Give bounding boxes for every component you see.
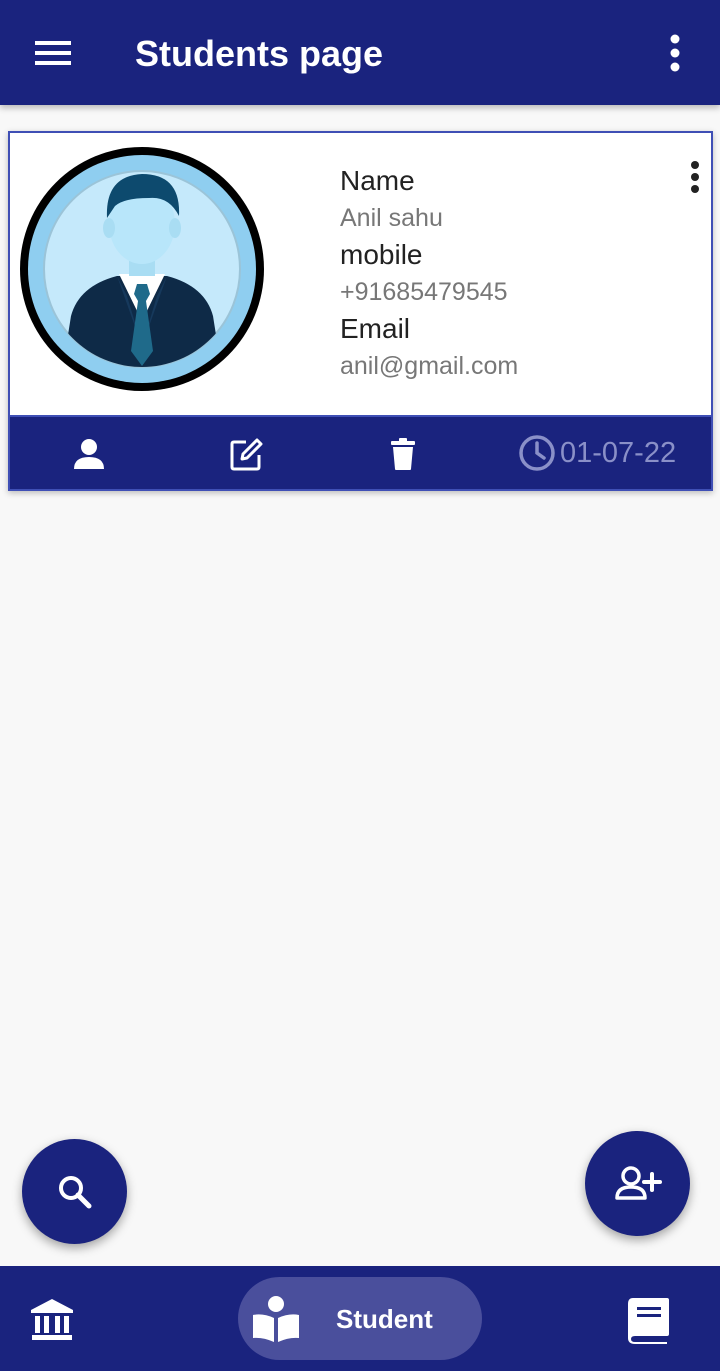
card-action-bar: 01-07-22 <box>10 415 711 489</box>
email-value: anil@gmail.com <box>340 352 519 380</box>
nav-item-student-label: Student <box>336 1304 433 1334</box>
name-label: Name <box>340 165 415 196</box>
student-avatar <box>20 147 264 391</box>
mobile-value: +91685479545 <box>340 278 508 306</box>
page-title: Students page <box>135 33 384 74</box>
nav-item-student[interactable]: Student <box>238 1277 482 1360</box>
student-info: Name Anil sahu mobile +91685479545 Email… <box>340 163 670 385</box>
hamburger-menu-icon[interactable] <box>30 33 76 73</box>
student-card[interactable]: Name Anil sahu mobile +91685479545 Email… <box>8 131 713 491</box>
clock-icon <box>519 435 555 471</box>
person-icon[interactable] <box>70 435 108 473</box>
mobile-label: mobile <box>340 239 423 270</box>
search-fab[interactable] <box>22 1139 127 1244</box>
more-vert-icon[interactable] <box>658 30 692 76</box>
edit-icon[interactable] <box>228 435 266 473</box>
email-label: Email <box>340 313 411 344</box>
bank-icon[interactable] <box>28 1296 76 1342</box>
date-stamp: 01-07-22 <box>518 433 676 473</box>
delete-icon[interactable] <box>384 435 422 473</box>
name-value: Anil sahu <box>340 204 443 232</box>
date-text: 01-07-22 <box>560 437 677 469</box>
card-more-icon[interactable] <box>680 158 710 198</box>
reading-student-icon <box>253 1296 299 1342</box>
search-icon <box>58 1175 91 1208</box>
book-icon[interactable] <box>625 1296 671 1344</box>
add-student-fab[interactable] <box>585 1131 690 1236</box>
app-bar: Students page <box>0 0 720 105</box>
bottom-navigation: Student <box>0 1266 720 1371</box>
person-add-icon <box>614 1165 662 1200</box>
